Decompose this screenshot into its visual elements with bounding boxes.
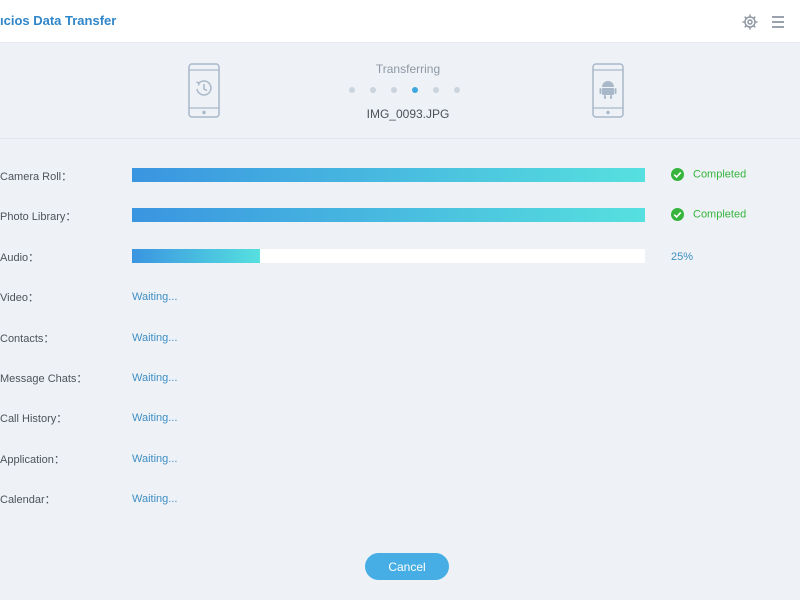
category-label: Camera Roll： (0, 171, 73, 183)
step-dot-4 (412, 87, 418, 93)
progress-bar-fill (132, 249, 261, 263)
transfer-step-dots (349, 87, 467, 95)
transfer-row: Message Chats： Waiting... (0, 365, 800, 389)
transfer-row: Contacts： Waiting... (0, 325, 800, 349)
progress-bar (132, 208, 645, 222)
title-bar: ıcios Data Transfer (0, 0, 800, 43)
progress-bar-fill (132, 168, 645, 182)
phone-backup-icon (188, 63, 220, 118)
transfer-row: Audio： 25% (0, 244, 800, 268)
category-label: Audio： (0, 252, 40, 264)
gear-icon[interactable] (741, 13, 759, 31)
category-label: Message Chats： (0, 373, 88, 385)
category-label: Application： (0, 454, 65, 466)
waiting-status: Waiting... (132, 453, 178, 465)
current-file-name: IMG_0093.JPG (366, 107, 450, 121)
app-title: ıcios Data Transfer (0, 13, 117, 28)
transfer-row: Application： Waiting... (0, 446, 800, 470)
completed-status: Completed (671, 208, 746, 221)
step-dot-3 (391, 87, 397, 93)
step-dot-2 (370, 87, 376, 93)
check-circle-icon (671, 168, 684, 181)
transfer-row: Photo Library： Completed (0, 203, 800, 227)
category-label: Calendar： (0, 494, 56, 506)
completed-status-text: Completed (693, 208, 747, 221)
transfer-row: Camera Roll： Completed (0, 163, 800, 187)
category-label: Video： (0, 292, 39, 304)
category-label: Call History： (0, 413, 68, 425)
progress-percent: 25% (671, 251, 694, 263)
waiting-status: Waiting... (132, 493, 178, 505)
waiting-status: Waiting... (132, 332, 178, 344)
transfer-row: Call History： Waiting... (0, 405, 800, 429)
waiting-status: Waiting... (132, 291, 178, 303)
check-circle-icon (671, 208, 684, 221)
category-label: Photo Library： (0, 211, 77, 223)
transfer-row: Calendar： Waiting... (0, 486, 800, 510)
progress-bar-fill (132, 208, 645, 222)
waiting-status: Waiting... (132, 412, 178, 424)
cancel-button[interactable]: Cancel (365, 553, 449, 580)
step-dot-1 (349, 87, 355, 93)
category-label: Contacts： (0, 333, 55, 345)
hamburger-menu-icon[interactable] (772, 15, 784, 28)
completed-status: Completed (671, 168, 746, 181)
step-dot-5 (433, 87, 439, 93)
waiting-status: Waiting... (132, 372, 178, 384)
completed-status-text: Completed (693, 168, 747, 181)
progress-bar (132, 249, 645, 263)
transfer-row: Video： Waiting... (0, 284, 800, 308)
step-dot-6 (454, 87, 460, 93)
progress-bar (132, 168, 645, 182)
phone-android-icon (592, 63, 624, 118)
transfer-status-label: Transferring (375, 62, 441, 76)
